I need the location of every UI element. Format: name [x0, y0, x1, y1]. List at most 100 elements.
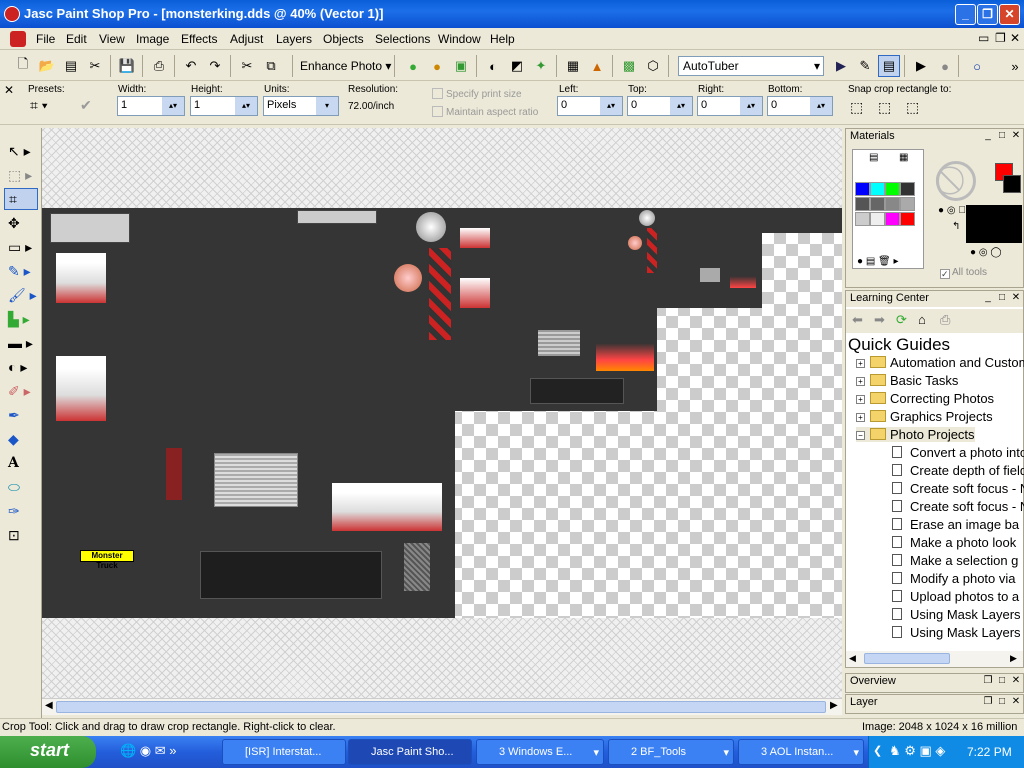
doc-restore-icon[interactable]: ❐ [995, 31, 1006, 45]
tree-item[interactable]: Create soft focus - N [892, 499, 1024, 514]
new-icon[interactable]: 🗋 [12, 55, 34, 77]
pan-tool-icon[interactable]: ↖ ▸ [4, 140, 38, 162]
specify-print-size-checkbox[interactable]: Specify print size [432, 88, 522, 100]
minimize-button[interactable]: _ [955, 4, 976, 25]
panel-close-icon[interactable]: ✕ [1010, 696, 1022, 708]
tree-item[interactable]: Modify a photo via [892, 571, 1016, 586]
tray-icons[interactable]: ♞ ⚙ ▣ ◈ [889, 743, 945, 759]
swatch[interactable] [855, 197, 870, 211]
paint-brush-icon[interactable]: 🖌 ▸ [4, 284, 38, 306]
panel-maximize-icon[interactable]: □ [996, 675, 1008, 687]
home-icon[interactable]: ⌂ [918, 312, 926, 327]
scratch-remover-icon[interactable]: ▬ ▸ [4, 332, 38, 354]
app-icon[interactable] [4, 6, 20, 22]
scroll-left-icon[interactable]: ◀ [45, 700, 53, 711]
tree-item[interactable]: Create soft focus - N [892, 481, 1024, 496]
scroll-thumb[interactable] [56, 701, 826, 713]
menu-selections[interactable]: Selections [375, 32, 430, 46]
taskbar-item[interactable]: 3 AOL Instan... ▾ [738, 739, 864, 765]
tree-item[interactable]: Erase an image ba [892, 517, 1019, 532]
scroll-right-icon[interactable]: ▶ [1010, 653, 1017, 664]
tree-item[interactable]: Upload photos to a [892, 589, 1019, 604]
gradient-tab-icon[interactable]: ▤ [869, 152, 878, 163]
menu-file[interactable]: File [36, 32, 55, 46]
move-tool-icon[interactable]: ✥ [4, 212, 38, 234]
quick-launch-icons[interactable]: 🌐 ◉ ✉ » [120, 743, 177, 759]
taskbar-item[interactable]: [ISR] Interstat... [222, 739, 346, 765]
preset-shape-icon[interactable]: ⬭ [4, 476, 38, 498]
apply-icon[interactable]: ✔ [80, 97, 92, 114]
picture-tube-icon[interactable]: ✒ [4, 404, 38, 426]
background-properties[interactable] [966, 205, 1022, 243]
swatch[interactable] [870, 212, 885, 226]
dropper-tool-icon[interactable]: ✎ ▸ [4, 260, 38, 282]
menu-image[interactable]: Image [136, 32, 169, 46]
pen-tool-icon[interactable]: ✑ [4, 500, 38, 522]
refresh-icon[interactable]: ⟳ [896, 312, 907, 328]
material-style-icons[interactable]: ● ◎ ⃠ [938, 205, 966, 216]
panel-close-icon[interactable]: ✕ [1010, 292, 1022, 304]
panel-close-icon[interactable]: ✕ [1010, 675, 1022, 687]
histogram-icon[interactable]: ▦ [562, 55, 584, 77]
crop-tool-icon[interactable]: ⌗ [4, 188, 38, 210]
selection-tool-icon[interactable]: ⬚ ▸ [4, 164, 38, 186]
snap-current-selection-icon[interactable]: ⬚ [850, 99, 863, 116]
menu-effects[interactable]: Effects [181, 32, 217, 46]
tree-item[interactable]: Using Mask Layers [892, 607, 1021, 622]
swatch[interactable] [855, 212, 870, 226]
taskbar-item[interactable]: 2 BF_Tools ▾ [608, 739, 734, 765]
record-script-icon[interactable]: ▶ [910, 55, 932, 77]
swatch[interactable] [870, 197, 885, 211]
swatch[interactable] [900, 182, 915, 196]
panel-minimize-icon[interactable]: _ [982, 130, 994, 142]
close-options-icon[interactable]: ✕ [4, 83, 14, 97]
photo-fix-icon[interactable]: ◐ [482, 55, 504, 77]
width-field[interactable]: 1 ▴▾ [117, 96, 185, 116]
tree-item[interactable]: Convert a photo into [892, 445, 1024, 460]
3d-icon[interactable]: ⬡ [642, 55, 664, 77]
eraser-tool-icon[interactable]: ✐ ▸ [4, 380, 38, 402]
bottom-field[interactable]: 0 ▴▾ [767, 96, 833, 116]
presets-dropdown[interactable]: ⌗ ▾ [30, 97, 48, 114]
panel-restore-icon[interactable]: ❐ [982, 675, 994, 687]
overview-panel[interactable]: Overview ❐ □ ✕ [845, 673, 1024, 693]
panel-restore-icon[interactable]: ❐ [982, 696, 994, 708]
start-button[interactable]: start [0, 736, 96, 768]
layer-panel[interactable]: Layer ❐ □ ✕ [845, 694, 1024, 714]
panel-maximize-icon[interactable]: □ [996, 696, 1008, 708]
scroll-left-icon[interactable]: ◀ [849, 653, 856, 664]
save-icon[interactable]: 💾 [116, 55, 138, 77]
horizontal-scrollbar[interactable]: ◀ ▶ [42, 698, 842, 715]
color-balance-icon[interactable]: ● [426, 55, 448, 77]
print-icon[interactable]: ⎙ [940, 312, 950, 328]
swatch[interactable] [900, 197, 915, 211]
selection-rect-icon[interactable]: ▭ ▸ [4, 236, 38, 258]
all-tools-checkbox[interactable]: ✓ All tools [940, 267, 987, 279]
clone-brush-icon[interactable]: ▙ ▸ [4, 308, 38, 330]
redo-icon[interactable]: ↷ [204, 55, 226, 77]
panel-maximize-icon[interactable]: □ [996, 292, 1008, 304]
tree-folder[interactable]: + Automation and Custom [856, 355, 1024, 370]
menu-adjust[interactable]: Adjust [230, 32, 263, 46]
tree-item[interactable]: Make a selection g [892, 553, 1018, 568]
undo-icon[interactable]: ↶ [180, 55, 202, 77]
cut-icon[interactable]: ✂ [236, 55, 258, 77]
stop-icon[interactable]: ○ [966, 55, 988, 77]
panel-close-icon[interactable]: ✕ [1010, 130, 1022, 142]
background-swatch[interactable] [1003, 175, 1021, 193]
one-step-fix-icon[interactable]: ● [402, 55, 424, 77]
left-field[interactable]: 0 ▴▾ [557, 96, 623, 116]
flood-fill-icon[interactable]: ◆ [4, 428, 38, 450]
swatch[interactable] [885, 197, 900, 211]
menu-view[interactable]: View [99, 32, 125, 46]
copy-icon[interactable]: ⧉ [260, 55, 282, 77]
tree-item[interactable]: Make a photo look [892, 535, 1016, 550]
top-field[interactable]: 0 ▴▾ [627, 96, 693, 116]
menu-window[interactable]: Window [438, 32, 481, 46]
open-icon[interactable]: 📂 [36, 55, 58, 77]
maximize-button[interactable]: ❐ [977, 4, 998, 25]
document-icon[interactable] [10, 31, 26, 47]
maintain-aspect-checkbox[interactable]: Maintain aspect ratio [432, 106, 538, 118]
script-select[interactable]: AutoTuber ▾ [678, 56, 824, 76]
swatch[interactable] [885, 182, 900, 196]
